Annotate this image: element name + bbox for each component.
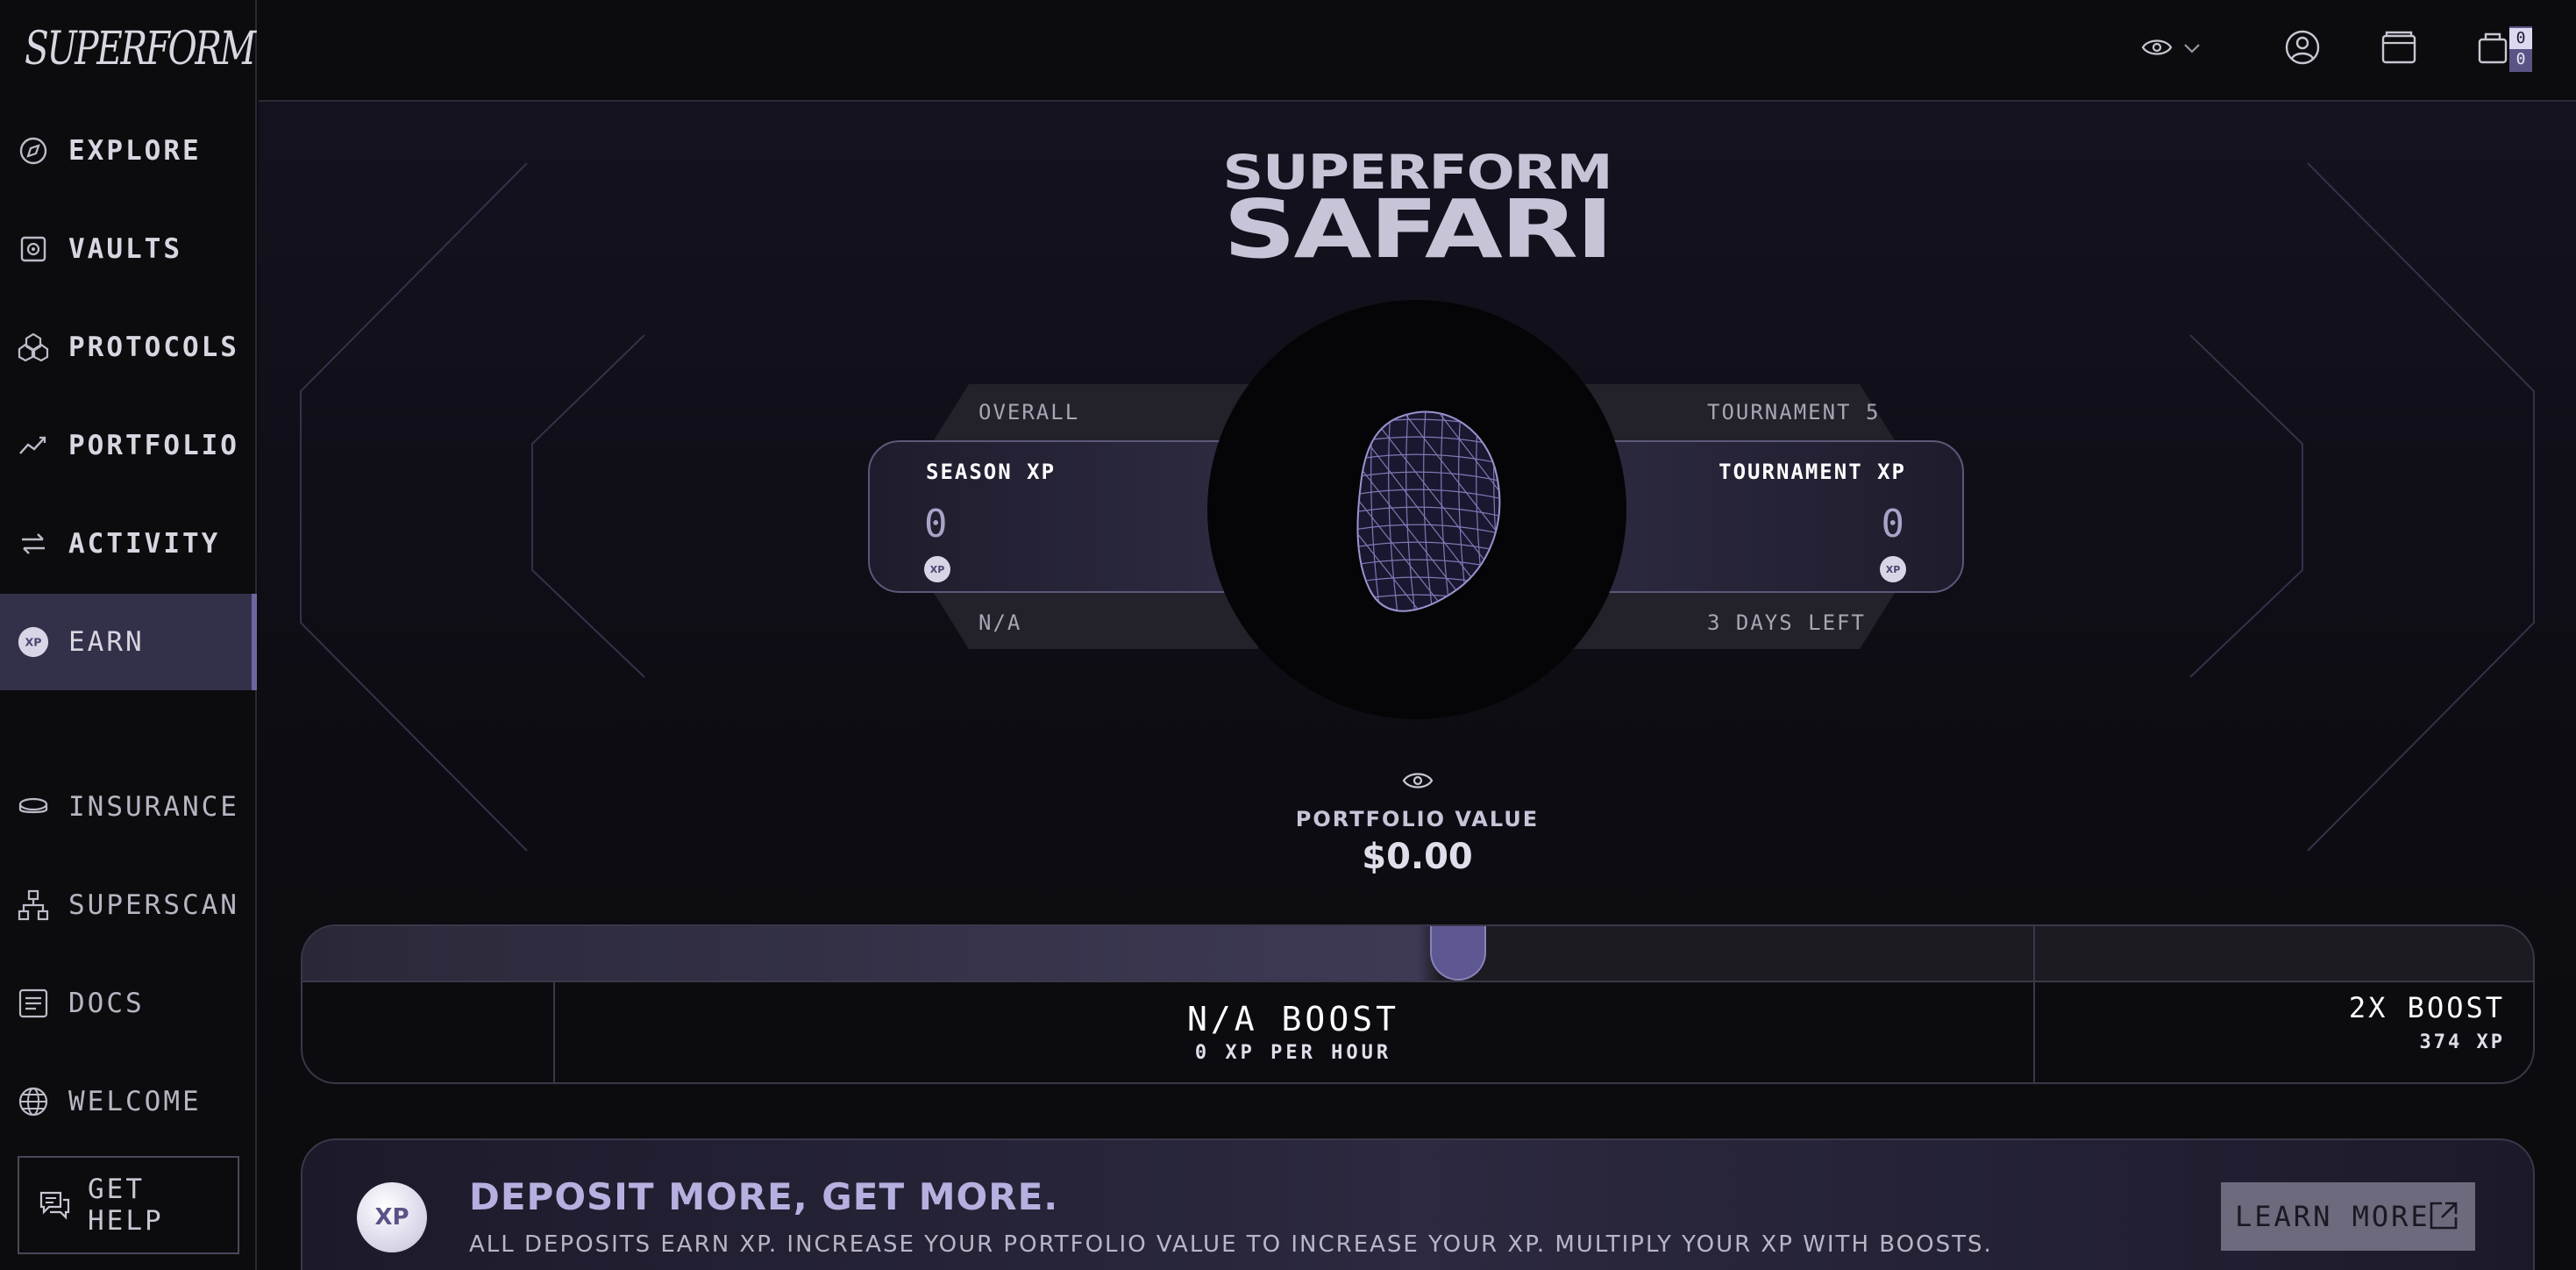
deposit-title: DEPOSIT MORE, GET MORE. bbox=[469, 1175, 1059, 1218]
current-boost-title: N/A BOOST bbox=[1187, 1000, 1399, 1038]
portfolio-value: $0.00 bbox=[1362, 837, 1473, 877]
boost-track bbox=[302, 926, 2533, 982]
sidebar-item-label: INSURANCE bbox=[68, 791, 239, 823]
sidebar-item-label: EXPLORE bbox=[68, 135, 202, 167]
sidebar-item-label: PROTOCOLS bbox=[68, 332, 239, 363]
season-xp-value: 0 bbox=[924, 502, 948, 546]
tournament-xp-title: TOURNAMENT XP bbox=[1719, 460, 1906, 484]
sidebar: SUPERFORM EXPLORE VAULTS PROTOCOLS PORTF… bbox=[0, 0, 257, 1270]
top-bar bbox=[259, 0, 2576, 102]
tournament-tab-name[interactable]: TOURNAMENT 5 bbox=[1707, 400, 1880, 425]
tournament-xp-value: 0 bbox=[1881, 502, 1905, 546]
sidebar-item-welcome[interactable]: WELCOME bbox=[0, 1053, 257, 1150]
sidebar-item-label: EARN bbox=[68, 626, 145, 658]
get-help-label: GET HELP bbox=[88, 1174, 164, 1237]
wireframe-orb bbox=[1207, 300, 1626, 719]
svg-text:XP: XP bbox=[25, 636, 42, 649]
boost-progress-handle[interactable] bbox=[1430, 926, 1486, 981]
season-xp-card: SEASON XP 0 XP bbox=[868, 440, 1254, 593]
eye-icon bbox=[1402, 773, 1434, 795]
compass-icon bbox=[18, 135, 49, 167]
boost-progress: N/A BOOST 0 XP PER HOUR 2X BOOST 374 XP bbox=[301, 924, 2535, 1084]
sidebar-item-insurance[interactable]: INSURANCE bbox=[0, 759, 257, 855]
xp-icon: XP bbox=[18, 626, 49, 658]
globe-icon bbox=[18, 1086, 49, 1117]
superform-logo[interactable]: SUPERFORM bbox=[25, 23, 256, 75]
chat-icon bbox=[39, 1189, 70, 1224]
external-link-icon bbox=[2428, 1200, 2459, 1235]
season-tab-overall[interactable]: OVERALL bbox=[978, 400, 1079, 425]
sidebar-item-label: ACTIVITY bbox=[68, 528, 221, 560]
sidebar-item-earn[interactable]: XP EARN bbox=[0, 594, 257, 690]
learn-more-label: LEARN MORE bbox=[2235, 1200, 2430, 1233]
sidebar-item-label: SUPERSCAN bbox=[68, 889, 239, 921]
portfolio-visibility-toggle[interactable] bbox=[1402, 770, 1434, 795]
vault-icon bbox=[18, 233, 49, 265]
sidebar-item-label: PORTFOLIO bbox=[68, 430, 239, 461]
chevron-down-icon bbox=[2183, 41, 2201, 58]
sidebar-item-activity[interactable]: ACTIVITY bbox=[0, 496, 257, 592]
sidebar-item-label: WELCOME bbox=[68, 1086, 202, 1117]
document-icon bbox=[18, 988, 49, 1019]
visibility-toggle[interactable] bbox=[2136, 28, 2206, 70]
wireframe-blob-icon bbox=[1356, 410, 1501, 612]
xp-badge-icon: XP bbox=[924, 556, 950, 582]
cart-count-badge: 0 0 bbox=[2509, 26, 2532, 72]
profile-button[interactable] bbox=[2281, 28, 2323, 70]
arrows-swap-icon bbox=[18, 528, 49, 560]
sitemap-icon bbox=[18, 889, 49, 921]
sidebar-item-vaults[interactable]: VAULTS bbox=[0, 201, 257, 297]
tournament-tab-time-left: 3 DAYS LEFT bbox=[1707, 610, 1866, 635]
xp-badge-icon: XP bbox=[1880, 556, 1906, 582]
deposit-banner: XP DEPOSIT MORE, GET MORE. ALL DEPOSITS … bbox=[301, 1138, 2535, 1270]
eye-icon bbox=[2141, 37, 2173, 61]
protocols-icon bbox=[18, 332, 49, 363]
season-xp-title: SEASON XP bbox=[926, 460, 1057, 484]
season-tab-status: N/A bbox=[978, 610, 1022, 635]
user-icon bbox=[2284, 29, 2321, 69]
next-boost-requirement: 374 XP bbox=[2419, 1031, 2505, 1053]
cart-icon bbox=[2477, 29, 2514, 69]
sidebar-item-protocols[interactable]: PROTOCOLS bbox=[0, 299, 257, 396]
divider bbox=[2033, 926, 2035, 1082]
chart-line-icon bbox=[18, 430, 49, 461]
deposit-description: ALL DEPOSITS EARN XP. INCREASE YOUR PORT… bbox=[469, 1231, 1993, 1258]
next-boost-title: 2X BOOST bbox=[2348, 991, 2505, 1024]
sidebar-item-docs[interactable]: DOCS bbox=[0, 955, 257, 1052]
insurance-icon bbox=[18, 791, 49, 823]
portfolio-value-label: PORTFOLIO VALUE bbox=[1295, 807, 1540, 831]
sidebar-item-label: DOCS bbox=[68, 988, 145, 1019]
sidebar-item-portfolio[interactable]: PORTFOLIO bbox=[0, 397, 257, 494]
get-help-button[interactable]: GET HELP bbox=[18, 1156, 239, 1254]
sidebar-item-label: VAULTS bbox=[68, 233, 182, 265]
current-boost-rate: 0 XP PER HOUR bbox=[1194, 1042, 1392, 1064]
wallet-icon bbox=[2380, 29, 2417, 69]
main-content: SUPERFORM SAFARI OVERALL N/A TOURNAMENT … bbox=[259, 102, 2576, 1270]
learn-more-button[interactable]: LEARN MORE bbox=[2221, 1182, 2475, 1251]
cart-count-bottom: 0 bbox=[2516, 50, 2526, 68]
cart-count-top: 0 bbox=[2509, 28, 2532, 49]
xp-badge-icon: XP bbox=[357, 1182, 427, 1252]
wallet-button[interactable] bbox=[2378, 28, 2420, 70]
sidebar-item-superscan[interactable]: SUPERSCAN bbox=[0, 857, 257, 953]
sidebar-item-explore[interactable]: EXPLORE bbox=[0, 103, 257, 199]
